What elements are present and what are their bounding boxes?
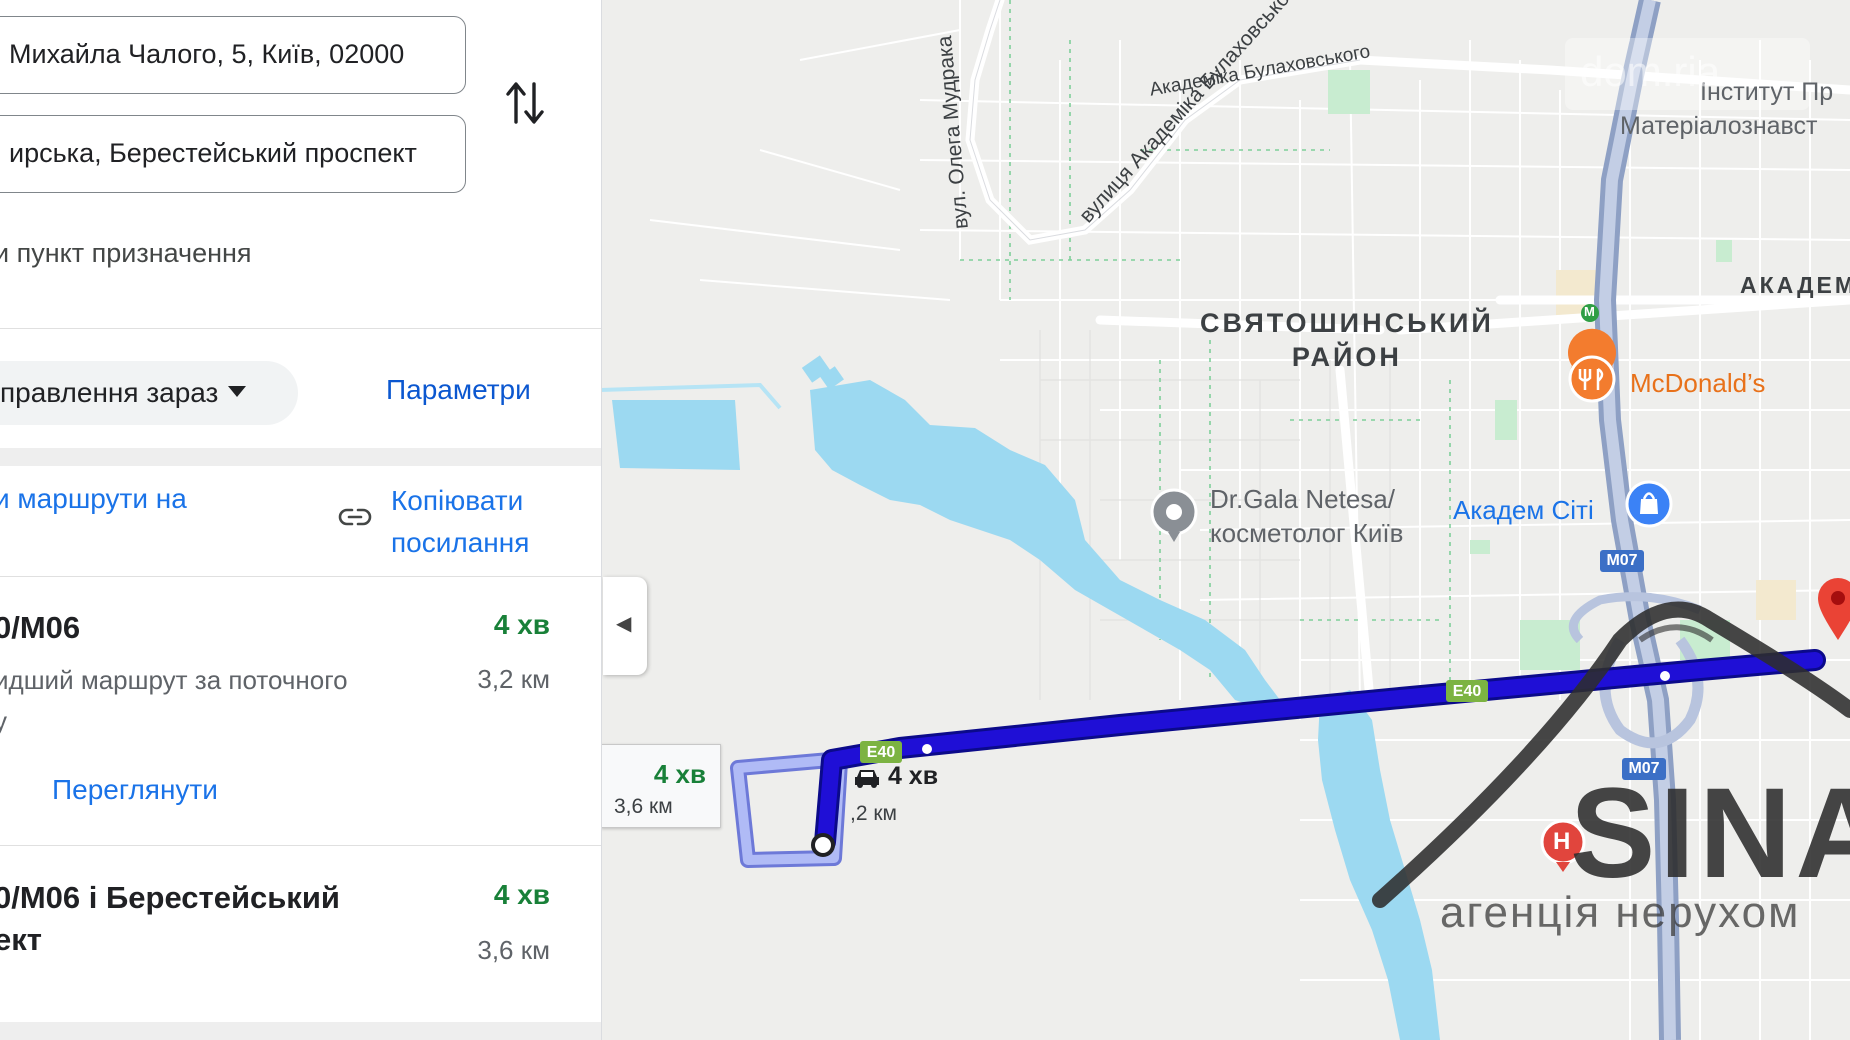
watermark-tagline: агенція нерухом: [1440, 888, 1801, 937]
alt-route-callout[interactable]: 4 хв 3,6 км: [601, 744, 721, 828]
route-2-distance: 3,6 км: [477, 935, 550, 965]
origin-field[interactable]: [0, 16, 466, 94]
copy-link-line2: посилання: [391, 527, 530, 558]
divider: [0, 845, 601, 846]
route-1-name: 0/М06: [0, 610, 81, 645]
route-node: [1660, 671, 1670, 681]
route-1-description-line1: идший маршрут за поточного: [0, 665, 348, 695]
akadem-label: АКАДЕМ: [1740, 272, 1850, 298]
origin-input[interactable]: [9, 17, 447, 92]
start-point-icon[interactable]: [811, 833, 835, 857]
divider: [0, 576, 601, 577]
district-label-line1: СВЯТОШИНСЬКИЙ: [1200, 308, 1494, 338]
destination-input[interactable]: [9, 116, 447, 191]
route-1-description-line2: у: [0, 700, 7, 742]
route-1-distance: 3,2 км: [477, 664, 550, 694]
route-1-view-link[interactable]: Переглянути: [52, 774, 218, 806]
dr-gala-label-line2[interactable]: косметолог Київ: [1210, 518, 1403, 549]
main-route-distance-label: ,2 км: [850, 802, 897, 825]
restaurant-pin-icon[interactable]: [1568, 328, 1616, 403]
collapse-panel-button[interactable]: ◀: [603, 577, 647, 675]
copy-link-line1: Копіювати: [391, 485, 524, 516]
metro-label: M: [1584, 304, 1595, 319]
route-2-name-line2: ект: [0, 922, 42, 957]
faint-watermark: dom.ria: [1580, 48, 1721, 95]
institute-label-line2: Матеріалознавст: [1620, 112, 1818, 140]
copy-link-button[interactable]: Копіювати посилання: [391, 480, 529, 564]
collapse-chevron-icon: ◀: [616, 613, 632, 635]
link-icon[interactable]: [338, 505, 372, 529]
dropdown-arrow-icon: [228, 386, 246, 397]
district-label-line2: РАЙОН: [1291, 342, 1402, 372]
main-route-time: 4 хв: [887, 762, 939, 790]
swap-directions-icon[interactable]: [505, 78, 545, 128]
m07-shield-label-top: M07: [1606, 552, 1638, 569]
district-label: СВЯТОШИНСЬКИЙ РАЙОН: [1200, 306, 1494, 374]
alt-route-distance: 3,6 км: [614, 795, 673, 818]
route-2-time: 4 хв: [493, 879, 550, 910]
dr-gala-label-line1[interactable]: Dr.Gala Netesa/: [1210, 484, 1395, 515]
e40-shield-label-right: E40: [1452, 683, 1482, 700]
depart-now-label: правлення зараз: [0, 377, 219, 408]
car-icon: [853, 767, 881, 789]
destination-field[interactable]: [0, 115, 466, 193]
depart-now-dropdown[interactable]: правлення зараз: [0, 361, 298, 425]
mcdonalds-label[interactable]: McDonald’s: [1630, 368, 1765, 399]
options-link[interactable]: Параметри: [386, 374, 531, 406]
shopping-pin-icon[interactable]: [1625, 480, 1673, 528]
watermark-brand: SINA: [1570, 762, 1850, 905]
akadem-city-label[interactable]: Академ Сіті: [1453, 495, 1594, 526]
section-band: [0, 448, 601, 466]
send-routes-link[interactable]: и маршрути на: [0, 483, 187, 515]
alt-route-time: 4 хв: [653, 759, 706, 789]
divider: [0, 328, 601, 329]
route-node: [922, 744, 932, 754]
main-route-time-label: 4 хв: [853, 762, 938, 791]
section-band: [0, 1022, 601, 1040]
directions-panel: и пункт призначення правлення зараз Пара…: [0, 0, 602, 1040]
e40-shield-label-left: E40: [866, 744, 896, 761]
route-1-time: 4 хв: [493, 609, 550, 640]
add-destination-link[interactable]: и пункт призначення: [0, 238, 252, 269]
route-2-name-line1: 0/М06 і Берестейський: [0, 880, 340, 915]
hospital-label: H: [1553, 828, 1571, 855]
